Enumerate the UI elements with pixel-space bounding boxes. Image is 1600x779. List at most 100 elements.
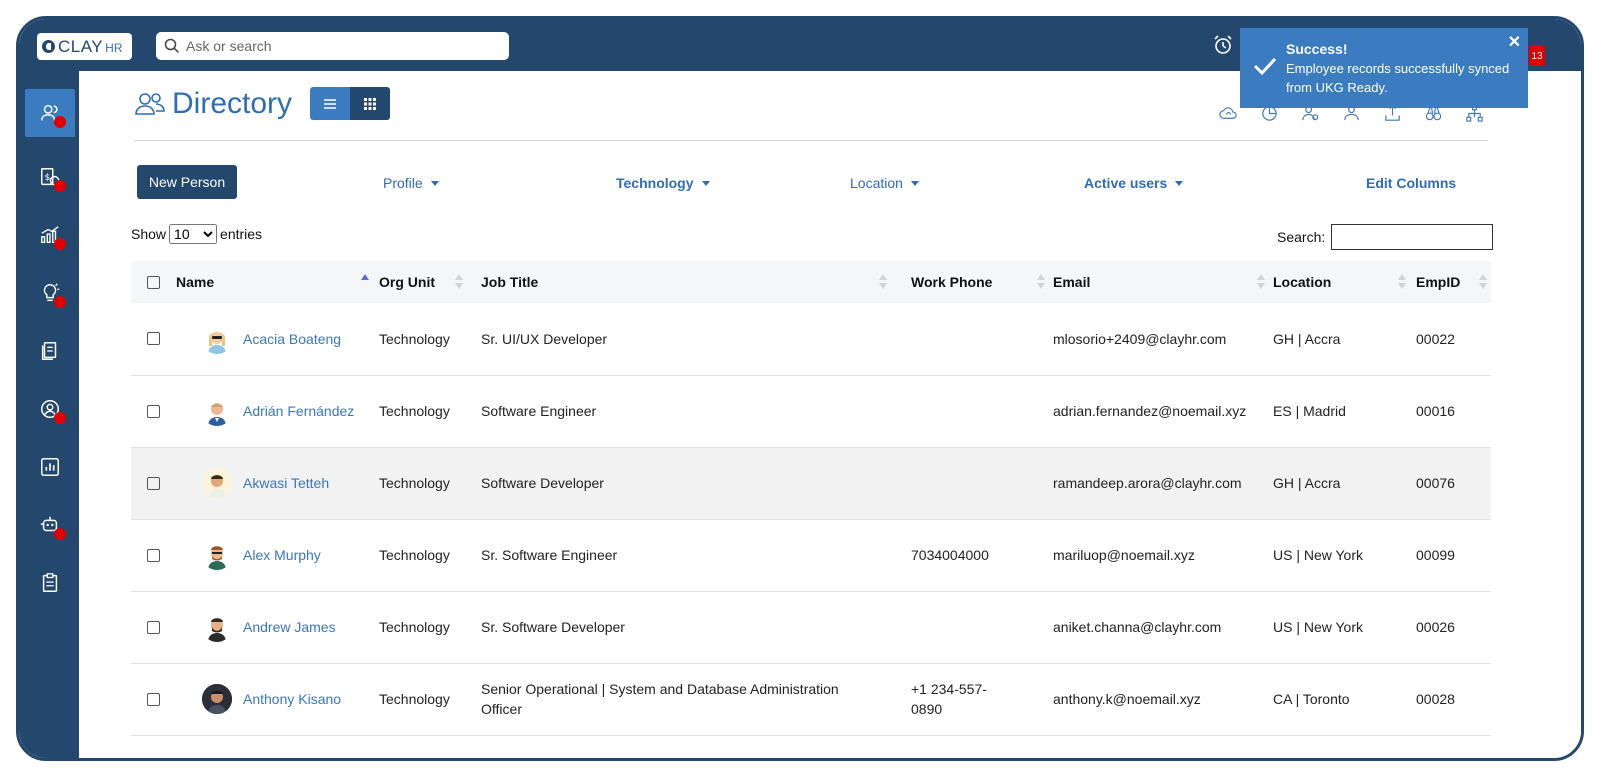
sidebar-item-bot[interactable] (25, 501, 75, 549)
avatar-photo-icon (202, 684, 232, 714)
column-label: Work Phone (911, 274, 993, 290)
active-users-filter[interactable]: Active users (1084, 175, 1184, 191)
success-toast: Success! Employee records successfully s… (1240, 28, 1528, 108)
checklist-icon (42, 573, 58, 592)
row-checkbox[interactable] (147, 620, 160, 634)
column-label: Email (1053, 274, 1091, 290)
sort-icon (455, 274, 463, 290)
person-name-link[interactable]: Akwasi Tetteh (243, 475, 329, 491)
email-cell: aniket.channa@clayhr.com (1053, 619, 1222, 635)
sidebar-item-growth[interactable] (25, 211, 75, 259)
select-all-checkbox[interactable] (147, 275, 160, 289)
avatar-illustration-icon (209, 475, 225, 498)
column-header-empid[interactable]: EmpID (1416, 261, 1491, 303)
technology-filter[interactable]: Technology (616, 175, 710, 191)
location-filter[interactable]: Location (850, 175, 919, 191)
row-checkbox[interactable] (147, 476, 160, 490)
empid-cell: 00028 (1416, 691, 1455, 707)
email-cell: mariluop@noemail.xyz (1053, 547, 1195, 563)
person-name-link[interactable]: Andrew James (243, 619, 336, 635)
edit-columns-link[interactable]: Edit Columns (1366, 175, 1456, 191)
show-label: Show (131, 226, 167, 242)
toast-title: Success! (1286, 41, 1348, 57)
work-phone-cell (911, 375, 1053, 447)
people-outline-icon (135, 93, 165, 115)
avatar-illustration-icon (208, 331, 226, 354)
column-header-org-unit[interactable]: Org Unit (379, 261, 481, 303)
table-search-input[interactable] (1331, 224, 1494, 250)
search-icon (164, 38, 180, 54)
column-label: Org Unit (379, 274, 435, 290)
page-header: Directory (134, 85, 292, 123)
table-row[interactable]: Adrián Fernández Technology Software Eng… (131, 375, 1491, 447)
person-name-link[interactable]: Anthony Kisano (243, 691, 341, 707)
column-header-job-title[interactable]: Job Title (481, 261, 911, 303)
technology-filter-label: Technology (616, 175, 694, 191)
sidebar-item-checklist[interactable] (25, 559, 75, 607)
avatar-illustration-icon (208, 403, 226, 426)
avatar (202, 684, 232, 714)
row-checkbox[interactable] (147, 332, 160, 346)
sidebar-item-reports[interactable] (25, 443, 75, 491)
profile-filter[interactable]: Profile (383, 175, 439, 191)
email-cell: anthony.k@noemail.xyz (1053, 691, 1201, 707)
list-icon (324, 98, 336, 109)
row-checkbox[interactable] (147, 692, 160, 706)
grid-view-button[interactable] (350, 87, 390, 120)
sidebar-item-payroll[interactable]: $ (25, 153, 75, 201)
close-icon[interactable]: ✕ (1508, 33, 1521, 52)
toast-message: Employee records successfully synced fro… (1286, 61, 1510, 95)
avatar (202, 540, 232, 570)
table-row[interactable]: Alex Murphy Technology Sr. Software Engi… (131, 519, 1491, 591)
alarm-clock-icon[interactable] (1211, 33, 1235, 57)
work-phone-cell (911, 447, 1053, 519)
report-chart-icon (41, 458, 59, 476)
column-header-location[interactable]: Location (1273, 261, 1416, 303)
sidebar-item-people[interactable] (25, 89, 75, 137)
new-person-button[interactable]: New Person (137, 165, 237, 199)
notification-badge[interactable]: 13 (1529, 46, 1545, 66)
person-name-link[interactable]: Acacia Boateng (243, 331, 341, 347)
table-row[interactable]: Anthony Kisano Technology Senior Operati… (131, 663, 1491, 735)
person-name-link[interactable]: Alex Murphy (243, 547, 321, 563)
checkmark-icon (1253, 57, 1277, 76)
column-header-name[interactable]: Name (176, 261, 379, 303)
row-select-cell (131, 447, 176, 519)
clayhr-logo[interactable]: CLAY HR (37, 33, 132, 60)
global-search[interactable] (156, 32, 509, 60)
table-row[interactable]: Andrew James Technology Sr. Software Dev… (131, 591, 1491, 663)
chevron-down-icon (430, 180, 439, 186)
sidebar-item-profile[interactable] (25, 385, 75, 433)
column-header-work-phone[interactable]: Work Phone (911, 261, 1053, 303)
sidebar-item-documents[interactable] (25, 327, 75, 375)
sync-cloud-icon[interactable] (1219, 104, 1238, 123)
profile-filter-label: Profile (383, 175, 423, 191)
divider (134, 140, 1488, 141)
person-name-link[interactable]: Adrián Fernández (243, 403, 354, 419)
table-row[interactable]: Akwasi Tetteh Technology Software Develo… (131, 447, 1491, 519)
org-unit-cell: Technology (379, 475, 450, 491)
logo-text: CLAY (58, 36, 104, 56)
page-size-select[interactable]: 10 (169, 224, 218, 244)
work-phone-cell: 7034004000 (911, 547, 989, 563)
logo-mark-icon (42, 40, 55, 53)
column-label: Name (176, 274, 215, 290)
sort-icon (1479, 274, 1487, 290)
empid-cell: 00076 (1416, 475, 1455, 491)
empid-cell: 00099 (1416, 547, 1455, 563)
global-search-input[interactable] (186, 38, 486, 54)
active-users-filter-label: Active users (1084, 175, 1168, 191)
notification-dot (54, 116, 66, 128)
table-row[interactable]: Acacia Boateng Technology Sr. UI/UX Deve… (131, 303, 1491, 375)
work-phone-cell: +1 234-557-0890 (911, 681, 987, 717)
column-header-email[interactable]: Email (1053, 261, 1273, 303)
main-content: Directory New Person Profile Technology … (79, 71, 1581, 758)
row-checkbox[interactable] (147, 548, 160, 562)
row-checkbox[interactable] (147, 404, 160, 418)
table-header-row: Name Org Unit Job Title Work Phone Email… (131, 261, 1491, 303)
sidebar-item-ideas[interactable] (25, 269, 75, 317)
org-unit-cell: Technology (379, 547, 450, 563)
list-view-button[interactable] (310, 87, 350, 120)
location-filter-label: Location (850, 175, 903, 191)
job-title-cell: Sr. Software Developer (481, 619, 625, 635)
